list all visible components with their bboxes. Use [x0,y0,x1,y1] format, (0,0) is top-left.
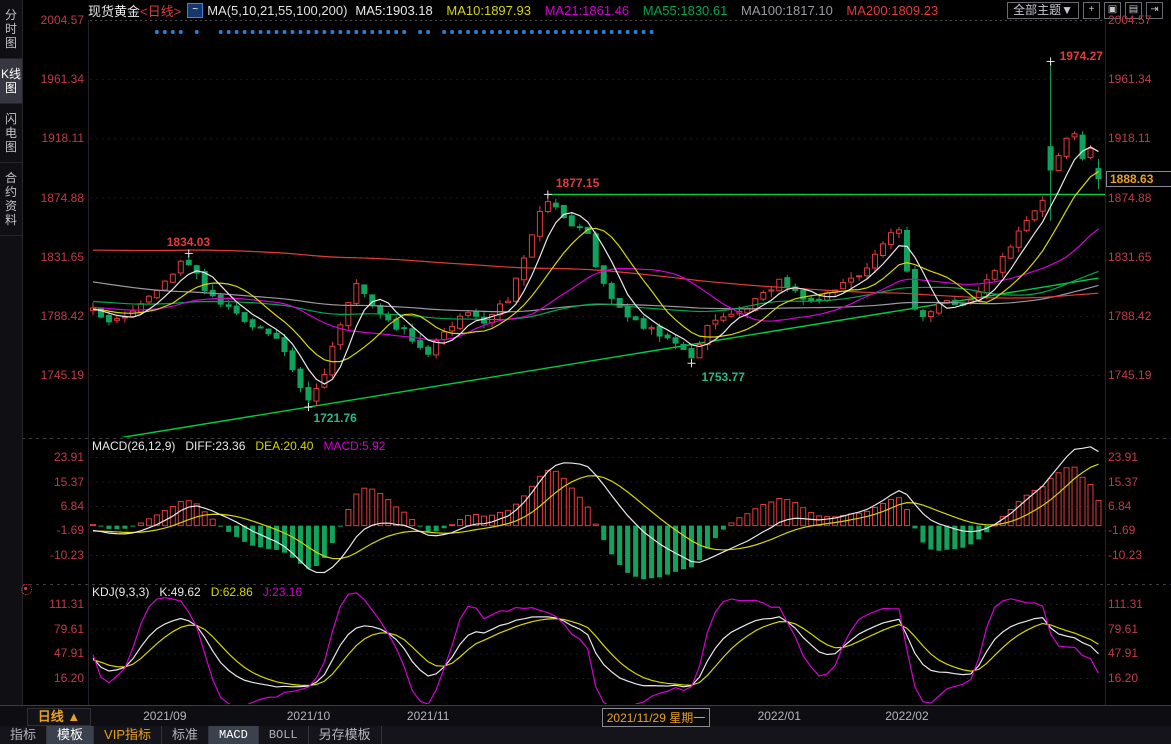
macd-diff-value: DIFF:23.36 [185,439,245,453]
bottom-toolbar: 指标 模板 VIP指标 标准 MACD BOLL 另存模板 [0,726,1171,744]
sidebar-item-kline-chart[interactable]: K线图 [0,59,22,104]
chart-canvas[interactable] [0,0,1171,744]
macd-dea-value: DEA:20.40 [255,439,313,453]
period-tag: <日线> [140,1,181,20]
ma10-value: MA10:1897.93 [446,3,531,18]
ma21-value: MA21:1861.46 [545,3,630,18]
trendlines-layer [109,194,1105,439]
trading-app: 现货黄金<日线> ~ MA(5,10,21,55,100,200) MA5:19… [0,0,1171,744]
kdj-d-value: D:62.86 [211,585,253,599]
kdj-k-value: K:49.62 [159,585,200,599]
toolbar-save-template[interactable]: 另存模板 [309,726,382,744]
kdj-layer [93,593,1098,709]
toolbar-boll-tab[interactable]: BOLL [259,726,309,744]
ma55-value: MA55:1830.61 [643,3,728,18]
grid-layout-icon[interactable]: ▣ [1104,2,1121,19]
ma-settings: MA(5,10,21,55,100,200) [207,3,347,18]
extreme-markers-layer [185,57,1055,411]
toolbar-templates[interactable]: 模板 [47,726,94,744]
theme-dropdown-button[interactable]: 全部主题▼ [1007,2,1079,19]
macd-title: MACD(26,12,9) [92,439,175,453]
date-axis: 日线 ▲ [0,705,1171,728]
sidebar-item-contract-info[interactable]: 合约资料 [0,163,22,236]
event-dots-layer [155,30,654,34]
toolbar-macd-tab[interactable]: MACD [209,726,259,744]
period-selector[interactable]: 日线 ▲ [27,708,91,726]
kdj-header: KDJ(9,3,3) K:49.62 D:62.86 J:23.16 [92,585,312,599]
chart-type-sidebar: 分时图 K线图 闪电图 合约资料 [0,0,23,705]
pan-crosshair-icon[interactable]: + [1083,2,1100,19]
ma200-value: MA200:1809.23 [846,3,938,18]
header-controls: 全部主题▼ + ▣ ▤ ⇥ [1007,2,1163,19]
toolbar-indicators[interactable]: 指标 [0,726,47,744]
symbol-name: 现货黄金 [88,1,140,20]
panel-layout-icon[interactable]: ▤ [1125,2,1142,19]
ma100-value: MA100:1817.10 [741,3,833,18]
grid-layer [22,20,1171,705]
ma5-value: MA5:1903.18 [355,3,432,18]
macd-layer [91,447,1101,579]
collapse-right-icon[interactable]: ⇥ [1146,2,1163,19]
toolbar-vip-indicators[interactable]: VIP指标 [94,726,162,744]
sidebar-item-flash-chart[interactable]: 闪电图 [0,104,22,163]
ma-values: MA5:1903.18 MA10:1897.93 MA21:1861.46 MA… [355,3,948,18]
kdj-settings-icon[interactable] [21,584,32,595]
kdj-title: KDJ(9,3,3) [92,585,149,599]
chart-style-icon[interactable]: ~ [187,3,203,18]
toolbar-standard[interactable]: 标准 [162,726,209,744]
kdj-j-value: J:23.16 [263,585,302,599]
macd-macd-value: MACD:5.92 [323,439,385,453]
sidebar-item-time-chart[interactable]: 分时图 [0,0,22,59]
macd-header: MACD(26,12,9) DIFF:23.36 DEA:20.40 MACD:5.9… [92,439,395,453]
chart-header: 现货黄金<日线> ~ MA(5,10,21,55,100,200) MA5:19… [0,0,1171,20]
